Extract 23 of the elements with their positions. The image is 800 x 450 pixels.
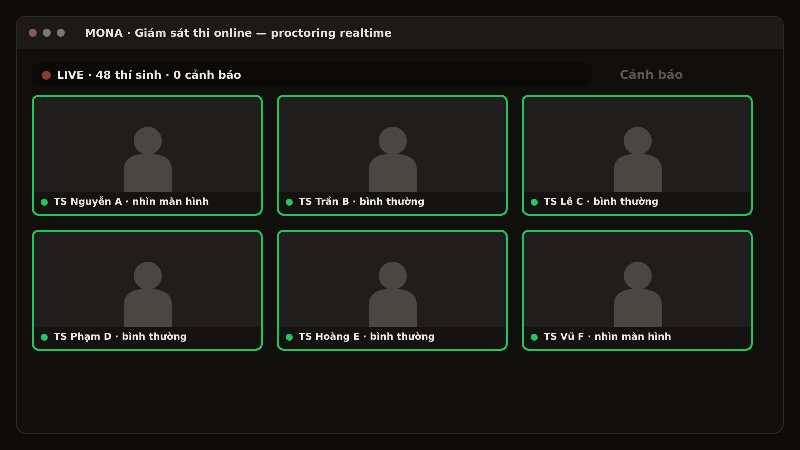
video-tile[interactable]: TS Phạm D · bình thường (32, 230, 263, 351)
minimize-button[interactable] (43, 29, 51, 37)
video-tile[interactable]: TS Nguyễn A · nhìn màn hình (32, 95, 263, 216)
close-button[interactable] (29, 29, 37, 37)
person-silhouette-icon (122, 261, 172, 327)
candidate-label: TS Lê C · bình thường (544, 197, 659, 208)
window-title: MONA · Giám sát thi online — proctoring realtime (85, 26, 392, 40)
candidate-label: TS Nguyễn A · nhìn màn hình (54, 197, 210, 208)
person-silhouette-icon (122, 126, 172, 192)
video-tile[interactable]: TS Hoàng E · bình thường (277, 230, 508, 351)
video-tile[interactable]: TS Trần B · bình thường (277, 95, 508, 216)
video-tile[interactable]: TS Vũ F · nhìn màn hình (522, 230, 753, 351)
person-silhouette-icon (612, 261, 662, 327)
candidate-label: TS Phạm D · bình thường (54, 332, 188, 343)
person-silhouette-icon (368, 126, 418, 192)
candidate-label: TS Vũ F · nhìn màn hình (544, 332, 672, 343)
maximize-button[interactable] (57, 29, 65, 37)
person-silhouette-icon (612, 126, 662, 192)
candidate-label: TS Hoàng E · bình thường (299, 332, 436, 343)
person-silhouette-icon (368, 261, 418, 327)
live-status-text: LIVE · 48 thí sinh · 0 cảnh báo (57, 68, 242, 82)
video-tile[interactable]: TS Lê C · bình thường (522, 95, 753, 216)
candidate-label: TS Trần B · bình thường (299, 197, 425, 208)
